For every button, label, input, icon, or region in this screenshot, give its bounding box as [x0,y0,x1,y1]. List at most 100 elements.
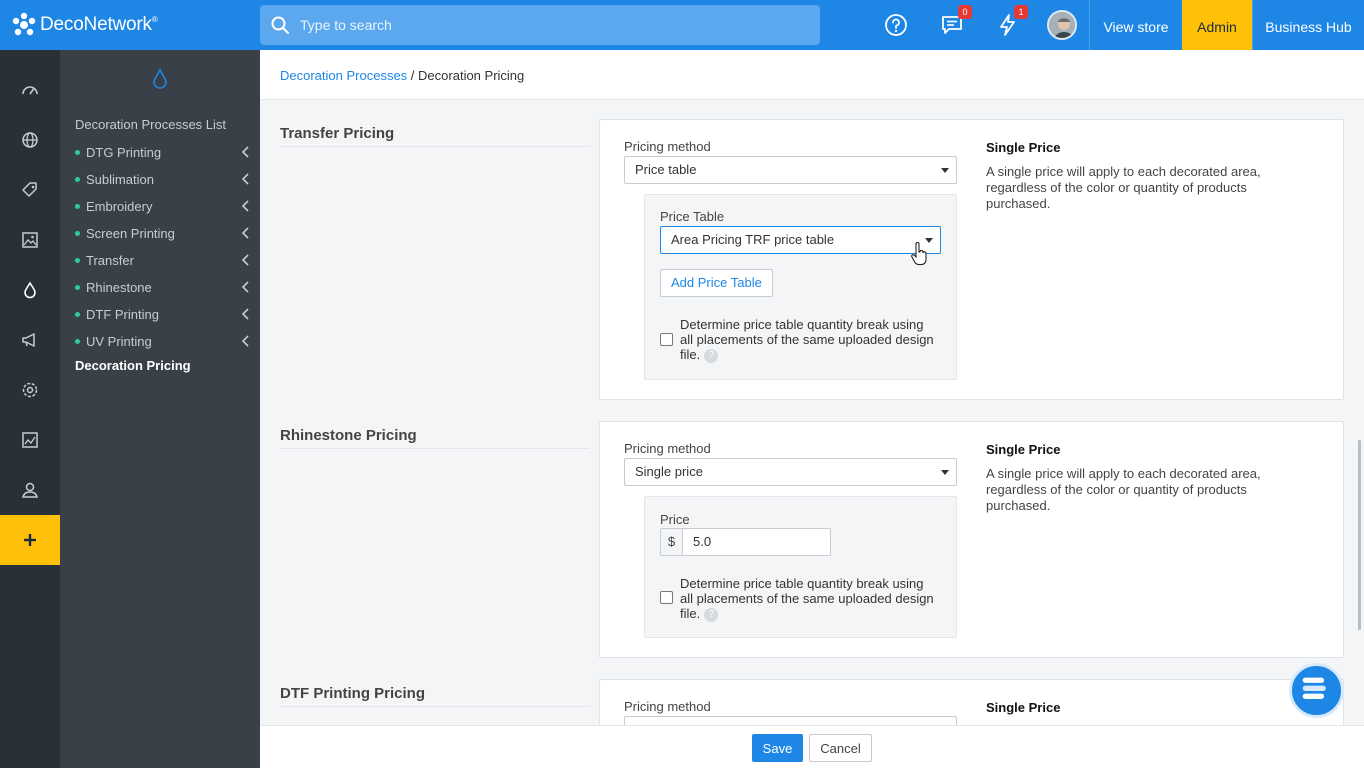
price-value[interactable]: 5.0 [683,529,711,555]
price-table-value: Area Pricing TRF price table [671,232,835,247]
notifications-button[interactable]: 1 [996,5,1028,37]
sidebar-item-label: Embroidery [86,198,153,214]
help-icon[interactable]: ? [704,348,719,363]
image-icon [22,232,38,248]
help-icon[interactable]: ? [704,607,719,622]
price-table-select[interactable]: Area Pricing TRF price table [660,226,941,254]
rail-globe[interactable] [0,115,60,165]
process-sidebar: Decoration Processes List DTG Printing S… [60,50,260,768]
sidebar-item-label: Transfer [86,252,134,268]
sidebar-item-screen-printing[interactable]: Screen Printing [75,223,255,243]
sidebar-item-dtg-printing[interactable]: DTG Printing [75,142,255,162]
sidebar-item-uv-printing[interactable]: UV Printing [75,331,255,351]
save-button[interactable]: Save [752,734,803,762]
price-input[interactable]: $ 5.0 [660,528,831,556]
rail-settings[interactable] [0,365,60,415]
quantity-break-label: Determine price table quantity break usi… [680,317,940,363]
side-info-description: A single price will apply to each decora… [986,466,1261,513]
rail-dashboard[interactable] [0,65,60,115]
pricing-method-select[interactable]: Price table [624,156,957,184]
pricing-method-select[interactable] [624,716,957,725]
app-name: DecoNetwork [40,14,152,35]
user-avatar[interactable] [1047,10,1077,40]
sidebar-item-rhinestone[interactable]: Rhinestone [75,277,255,297]
sidebar-item-transfer[interactable]: Transfer [75,250,255,270]
rail-products[interactable] [0,165,60,215]
user-icon [22,482,38,498]
pricing-method-label: Pricing method [624,139,711,154]
breadcrumb: Decoration Processes / Decoration Pricin… [280,68,524,83]
app-logo[interactable]: DecoNetwork ® [10,10,158,40]
sidebar-item-dtf-printing[interactable]: DTF Printing [75,304,255,324]
business-hub-link[interactable]: Business Hub [1252,0,1364,50]
pricing-method-label: Pricing method [624,441,711,456]
rail-reports[interactable] [0,415,60,465]
caret-down-icon [941,168,949,173]
section-title-dtf: DTF Printing Pricing [280,685,590,707]
price-table-label: Price Table [660,209,725,224]
page-scrollbar[interactable] [1358,440,1361,630]
chevron-left-icon [241,173,249,185]
sidebar-item-label: DTG Printing [86,144,162,160]
droplet-icon [153,68,167,89]
cancel-button[interactable]: Cancel [809,734,872,762]
sidebar-title[interactable]: Decoration Processes List [75,117,226,132]
globe-icon [22,132,38,148]
hand-cursor-icon [911,242,927,266]
sidebar-item-decoration-pricing[interactable]: Decoration Pricing [75,358,191,373]
breadcrumb-parent-link[interactable]: Decoration Processes [280,68,407,83]
icon-rail [0,50,60,768]
sidebar-item-sublimation[interactable]: Sublimation [75,169,255,189]
search-bar[interactable] [260,5,820,45]
rail-marketing[interactable] [0,315,60,365]
pricing-method-select[interactable]: Single price [624,458,957,486]
messages-button[interactable]: 0 [940,5,972,37]
breadcrumb-separator: / [410,68,415,83]
price-label: Price [660,512,690,527]
form-footer: Save Cancel [260,725,1364,768]
megaphone-icon [22,333,35,347]
chevron-left-icon [241,254,249,266]
quantity-break-checkbox[interactable] [660,333,673,346]
section-title-rhinestone: Rhinestone Pricing [280,427,590,449]
help-button[interactable] [884,13,908,37]
add-price-table-button[interactable]: Add Price Table [660,269,773,297]
quantity-break-label: Determine price table quantity break usi… [680,576,940,622]
quantity-break-checkbox[interactable] [660,591,673,604]
side-info-title: Single Price [986,140,1061,155]
status-dot [75,284,80,290]
plus-icon [24,534,36,546]
deconetwork-logo-icon [12,12,36,36]
chevron-left-icon [241,200,249,212]
chevron-left-icon [241,146,249,158]
admin-link[interactable]: Admin [1182,0,1252,50]
rhinestone-pricing-card: Pricing method Single price Price $ 5.0 … [599,421,1344,658]
currency-symbol: $ [661,529,683,555]
status-dot [75,203,80,209]
price-panel: Price $ 5.0 Determine price table quanti… [644,496,957,638]
search-input[interactable] [300,17,780,33]
rail-images[interactable] [0,215,60,265]
droplet-icon [24,281,36,299]
chevron-left-icon [241,281,249,293]
chevron-left-icon [241,227,249,239]
sidebar-item-label: UV Printing [86,333,152,349]
top-bar: DecoNetwork® 0 1 [0,0,1364,50]
chat-widget-button[interactable] [1289,663,1344,718]
dtf-pricing-card: Pricing method Single Price [599,679,1344,725]
trademark: ® [151,14,158,24]
rail-users[interactable] [0,465,60,515]
settings-icon [22,382,38,398]
rail-decoration[interactable] [0,265,60,315]
tag-icon [22,182,37,197]
view-store-link[interactable]: View store [1089,0,1182,50]
notifications-badge: 1 [1014,5,1028,19]
pricing-method-value: Single price [635,464,703,479]
rail-add-button[interactable] [0,515,60,565]
sidebar-item-label: Screen Printing [86,225,175,241]
sidebar-item-embroidery[interactable]: Embroidery [75,196,255,216]
help-icon [885,14,907,36]
breadcrumb-bar: Decoration Processes / Decoration Pricin… [260,50,1364,100]
sidebar-item-label: Rhinestone [86,279,152,295]
dashboard-icon [22,86,38,95]
